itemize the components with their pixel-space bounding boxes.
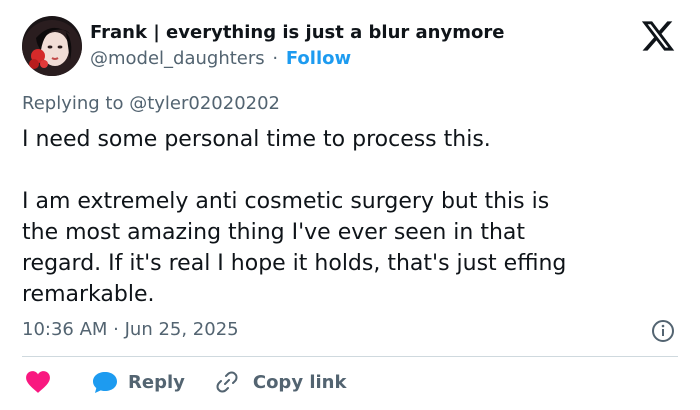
replying-to[interactable]: Replying to @tyler02020202 — [22, 92, 280, 116]
copy-link-button[interactable]: Copy link — [215, 370, 347, 394]
handle-separator: · — [272, 48, 279, 69]
tweet-line: I need some personal time to process thi… — [22, 127, 491, 152]
reply-label: Reply — [128, 371, 185, 393]
author-handle[interactable]: @model_daughters — [90, 48, 265, 69]
tweet-line: the most amazing thing I've ever seen in… — [22, 220, 526, 245]
author-display-name[interactable]: Frank | everything is just a blur anymor… — [90, 21, 504, 45]
author-handle-row: @model_daughters · Follow — [90, 47, 351, 71]
tweet-line: I am extremely anti cosmetic surgery but… — [22, 189, 550, 214]
divider — [22, 356, 678, 357]
reply-bubble-icon — [93, 372, 117, 393]
action-bar: Reply Copy link — [22, 368, 346, 396]
tweet-timestamp[interactable]: 10:36 AM · Jun 25, 2025 — [22, 318, 239, 342]
heart-icon[interactable] — [25, 370, 51, 394]
copy-link-label: Copy link — [252, 371, 347, 393]
link-icon — [216, 371, 238, 393]
tweet-line: regard. If it's real I hope it holds, th… — [22, 251, 567, 276]
tweet-text: I need some personal time to process thi… — [22, 124, 682, 310]
info-icon[interactable] — [651, 319, 675, 343]
avatar[interactable] — [22, 16, 82, 76]
follow-button[interactable]: Follow — [286, 48, 351, 69]
reply-button[interactable]: Reply — [91, 369, 185, 395]
x-logo-icon[interactable] — [640, 18, 676, 54]
avatar-image — [22, 16, 82, 76]
tweet-line: remarkable. — [22, 282, 155, 307]
